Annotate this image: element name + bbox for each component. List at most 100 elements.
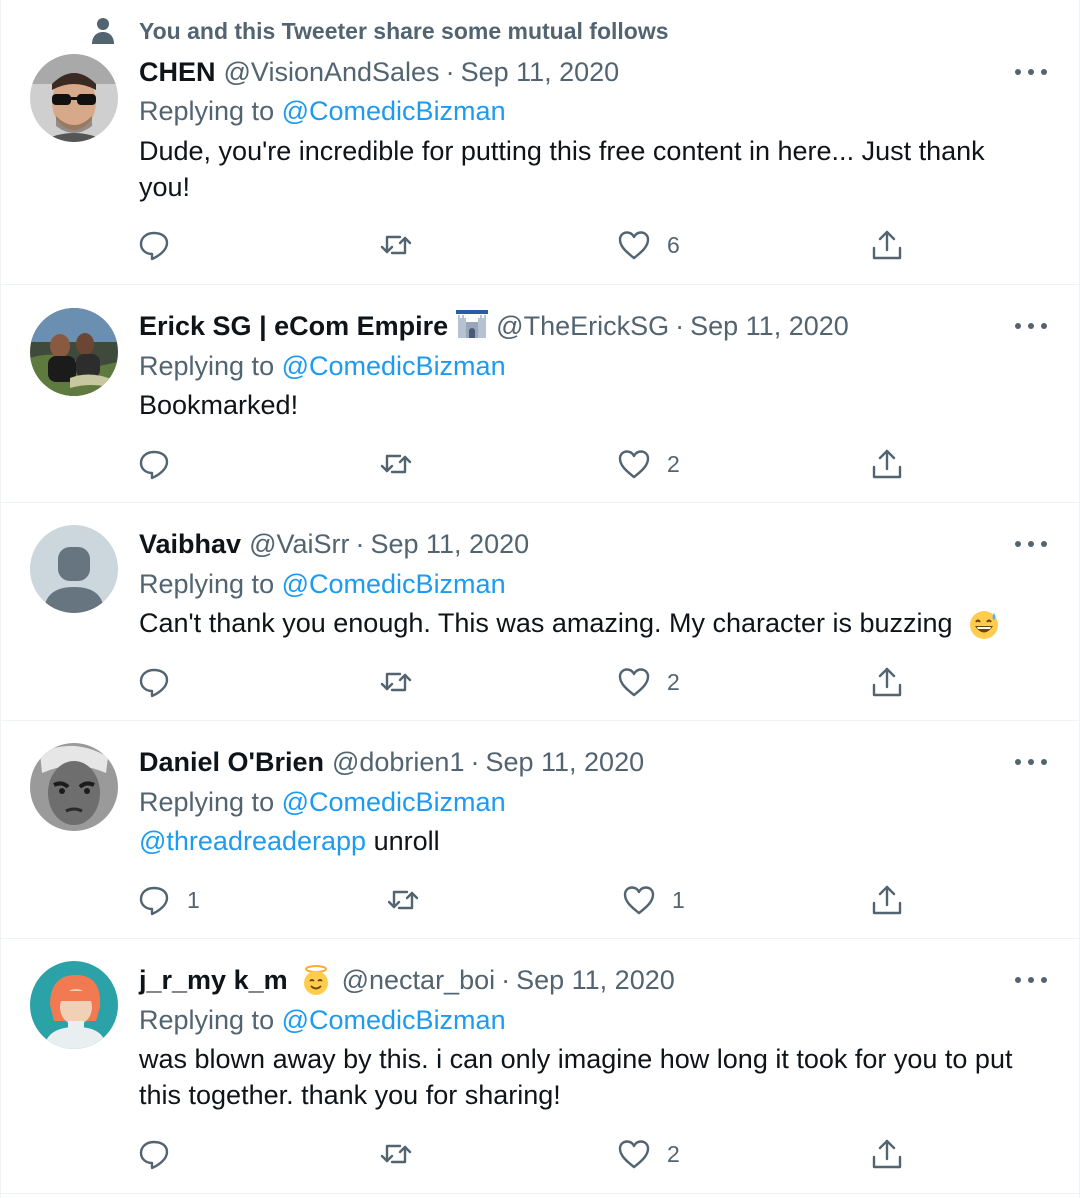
angel-emoji-icon bbox=[303, 965, 328, 995]
tweet-actions: 1 1 bbox=[0, 880, 1080, 920]
heart-icon bbox=[618, 1140, 650, 1169]
tweet-date[interactable]: Sep 11, 2020 bbox=[516, 962, 675, 998]
share-icon bbox=[872, 885, 902, 915]
person-icon bbox=[92, 18, 114, 44]
user-handle[interactable]: @VisionAndSales bbox=[224, 54, 440, 90]
replying-to-link[interactable]: @ComedicBizman bbox=[282, 787, 506, 817]
reply-button[interactable] bbox=[137, 1134, 187, 1174]
retweet-button[interactable] bbox=[379, 1134, 429, 1174]
more-options-icon[interactable] bbox=[1015, 970, 1047, 990]
reply-icon bbox=[139, 886, 169, 916]
share-button[interactable] bbox=[870, 880, 904, 920]
share-button[interactable] bbox=[870, 225, 904, 265]
replying-to: Replying to @ComedicBizman bbox=[139, 569, 506, 599]
retweet-button[interactable] bbox=[379, 662, 429, 702]
social-context-text: You and this Tweeter share some mutual f… bbox=[139, 18, 669, 44]
replying-to: Replying to @ComedicBizman bbox=[139, 1005, 506, 1035]
tweet-text: was blown away by this. i can only imagi… bbox=[139, 1044, 1013, 1110]
tweet-header: Vaibhav @VaiSrr · Sep 11, 2020 bbox=[139, 526, 529, 562]
tweet-header: Daniel O'Brien @dobrien1 · Sep 11, 2020 bbox=[139, 744, 644, 780]
display-name[interactable]: Daniel O'Brien bbox=[139, 744, 324, 780]
avatar[interactable] bbox=[30, 308, 118, 396]
like-button[interactable]: 2 bbox=[617, 662, 680, 702]
tweet-date[interactable]: Sep 11, 2020 bbox=[485, 744, 644, 780]
tweet-text: Can't thank you enough. This was amazing… bbox=[139, 605, 1019, 641]
replying-to: Replying to @ComedicBizman bbox=[139, 96, 506, 126]
tweet-text: @threadreaderapp unroll bbox=[139, 826, 440, 856]
display-name[interactable]: CHEN bbox=[139, 54, 216, 90]
more-options-icon[interactable] bbox=[1015, 316, 1047, 336]
share-button[interactable] bbox=[870, 444, 904, 484]
replying-to-link[interactable]: @ComedicBizman bbox=[282, 96, 506, 126]
retweet-button[interactable] bbox=[379, 444, 429, 484]
share-icon bbox=[872, 667, 902, 697]
avatar[interactable] bbox=[30, 961, 118, 1049]
like-button[interactable]: 2 bbox=[617, 1134, 680, 1174]
retweet-button[interactable] bbox=[379, 225, 429, 265]
user-handle[interactable]: @TheErickSG bbox=[496, 308, 669, 344]
replying-to: Replying to @ComedicBizman bbox=[139, 787, 506, 817]
grinning-sweat-emoji-icon bbox=[970, 610, 999, 639]
heart-icon bbox=[618, 668, 650, 697]
heart-icon bbox=[618, 231, 650, 260]
tweet-text: Dude, you're incredible for putting this… bbox=[139, 136, 985, 202]
tweet-card[interactable]: Daniel O'Brien @dobrien1 · Sep 11, 2020 … bbox=[0, 721, 1080, 939]
more-options-icon[interactable] bbox=[1015, 534, 1047, 554]
user-handle[interactable]: @nectar_boi bbox=[342, 962, 496, 998]
share-icon bbox=[872, 449, 902, 479]
tweet-date[interactable]: Sep 11, 2020 bbox=[690, 308, 849, 344]
tweet-header: CHEN @VisionAndSales · Sep 11, 2020 bbox=[139, 54, 619, 90]
retweet-icon bbox=[387, 890, 419, 910]
replying-to-link[interactable]: @ComedicBizman bbox=[282, 351, 506, 381]
like-button[interactable]: 1 bbox=[622, 880, 685, 920]
replying-to-link[interactable]: @ComedicBizman bbox=[282, 1005, 506, 1035]
share-icon bbox=[872, 1139, 902, 1169]
mention-link[interactable]: @threadreaderapp bbox=[139, 826, 366, 856]
reply-button[interactable] bbox=[137, 444, 187, 484]
like-button[interactable]: 2 bbox=[617, 444, 680, 484]
retweet-icon bbox=[380, 672, 412, 692]
reply-button[interactable]: 1 bbox=[137, 880, 200, 920]
replying-to: Replying to @ComedicBizman bbox=[139, 351, 506, 381]
replying-to-link[interactable]: @ComedicBizman bbox=[282, 569, 506, 599]
tweet-card[interactable]: j_r_my k_m @nectar_boi · Sep 11, 2020 Re… bbox=[0, 939, 1080, 1194]
share-button[interactable] bbox=[870, 662, 904, 702]
castle-emoji-icon bbox=[456, 310, 489, 338]
tweet-text: Bookmarked! bbox=[139, 390, 299, 420]
display-name[interactable]: j_r_my k_m bbox=[139, 962, 288, 998]
tweet-actions: 2 bbox=[0, 1134, 1080, 1174]
avatar[interactable] bbox=[30, 743, 118, 831]
retweet-button[interactable] bbox=[386, 880, 436, 920]
reply-icon bbox=[139, 1140, 169, 1170]
display-name[interactable]: Vaibhav bbox=[139, 526, 241, 562]
tweet-header: j_r_my k_m @nectar_boi · Sep 11, 2020 bbox=[139, 962, 675, 998]
tweet-actions: 2 bbox=[0, 662, 1080, 702]
retweet-icon bbox=[380, 1144, 412, 1164]
tweet-card[interactable]: Vaibhav @VaiSrr · Sep 11, 2020 Replying … bbox=[0, 503, 1080, 721]
like-button[interactable]: 6 bbox=[617, 225, 680, 265]
reply-icon bbox=[139, 450, 169, 480]
tweet-actions: 2 bbox=[0, 444, 1080, 484]
user-handle[interactable]: @VaiSrr bbox=[249, 526, 349, 562]
avatar[interactable] bbox=[30, 525, 118, 613]
tweet-date[interactable]: Sep 11, 2020 bbox=[370, 526, 529, 562]
display-name[interactable]: Erick SG | eCom Empire bbox=[139, 308, 448, 344]
tweet-header: Erick SG | eCom Empire @TheErickSG · Sep… bbox=[139, 308, 849, 344]
reply-icon bbox=[139, 231, 169, 261]
retweet-icon bbox=[380, 454, 412, 474]
heart-icon bbox=[623, 886, 655, 915]
more-options-icon[interactable] bbox=[1015, 752, 1047, 772]
share-button[interactable] bbox=[870, 1134, 904, 1174]
reply-button[interactable] bbox=[137, 225, 187, 265]
share-icon bbox=[872, 230, 902, 260]
tweet-card[interactable]: Erick SG | eCom Empire @TheErickSG · Sep… bbox=[0, 285, 1080, 503]
tweet-card[interactable]: You and this Tweeter share some mutual f… bbox=[0, 0, 1080, 285]
heart-icon bbox=[618, 450, 650, 479]
reply-button[interactable] bbox=[137, 662, 187, 702]
tweet-date[interactable]: Sep 11, 2020 bbox=[461, 54, 620, 90]
user-handle[interactable]: @dobrien1 bbox=[332, 744, 465, 780]
more-options-icon[interactable] bbox=[1015, 62, 1047, 82]
avatar[interactable] bbox=[30, 54, 118, 142]
reply-icon bbox=[139, 668, 169, 698]
tweet-actions: 6 bbox=[0, 225, 1080, 265]
